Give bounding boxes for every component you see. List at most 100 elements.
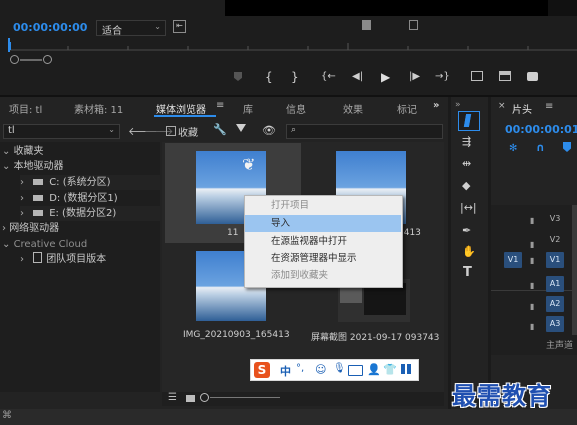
go-to-out-icon[interactable]: →} <box>435 71 450 82</box>
track-target-v1[interactable]: V1 <box>546 252 564 268</box>
view-icon[interactable]: 👁 <box>262 124 276 137</box>
track-target-a3[interactable]: A3 <box>546 316 564 332</box>
lock-icon[interactable]: ▮ <box>530 302 534 311</box>
zoom-slider-track[interactable] <box>210 397 280 398</box>
microphone-icon[interactable]: 🎙 <box>333 363 346 374</box>
zoom-scroll-handle-right[interactable] <box>43 55 52 64</box>
tree-drive-c[interactable]: › C: (系统分区) <box>20 175 160 190</box>
pointer-icon <box>463 114 472 127</box>
play-icon[interactable]: ▶ <box>381 70 390 84</box>
insert-icon[interactable] <box>471 71 483 81</box>
zoom-scroll-handle-left[interactable] <box>10 55 19 64</box>
zoom-slider-handle[interactable] <box>200 393 209 402</box>
lock-icon[interactable]: ▮ <box>530 216 534 225</box>
zoom-scrollbar[interactable] <box>20 59 42 61</box>
ime-mode[interactable]: 中 <box>280 363 291 379</box>
filter-icon[interactable] <box>236 124 246 132</box>
monitor-timecode[interactable]: 00:00:00:00 <box>13 21 87 34</box>
path-value: tl <box>8 125 15 136</box>
tab-markers[interactable]: 标记 <box>397 101 417 116</box>
settings-toggle-icon[interactable]: ⇤ <box>173 20 186 33</box>
track-target-v2[interactable]: V2 <box>546 232 564 248</box>
camera-icon[interactable] <box>527 72 538 81</box>
tree-network-drives[interactable]: › 网络驱动器 <box>2 221 59 236</box>
emoji-icon[interactable]: ☺ <box>315 363 326 376</box>
wrench-icon[interactable]: 🔧 <box>213 123 227 136</box>
search-input[interactable]: ⌕ <box>286 124 443 139</box>
menu-item-show-in-explorer[interactable]: 在资源管理器中显示 <box>245 250 401 267</box>
timeline-tab-label[interactable]: 片头 <box>512 101 532 116</box>
tab-project[interactable]: 项目: tl <box>9 101 42 116</box>
snap-icon[interactable]: ✻ <box>509 143 517 154</box>
menu-item-open-in-source[interactable]: 在源监视器中打开 <box>245 233 401 250</box>
tools-more-icon[interactable]: » <box>455 100 461 110</box>
lock-icon[interactable]: ▮ <box>530 322 534 331</box>
timeline-timecode[interactable]: 00:00:00:01 <box>505 123 577 136</box>
lock-icon[interactable]: ▮ <box>530 240 534 249</box>
track-target-a2[interactable]: A2 <box>546 296 564 312</box>
time-ruler[interactable] <box>8 38 577 54</box>
selection-tool-button[interactable] <box>458 111 480 131</box>
panel-menu-icon[interactable]: ≡ <box>216 100 224 111</box>
razor-icon[interactable]: ◆ <box>462 179 470 192</box>
tree-drive-d[interactable]: › D: (数据分区1) <box>20 191 160 206</box>
hand-icon[interactable]: ✋ <box>462 245 476 258</box>
go-to-in-icon[interactable]: {← <box>321 71 336 82</box>
close-tab-icon[interactable]: × <box>498 101 506 111</box>
master-track-label: 主声道 <box>546 341 574 351</box>
tree-drive-e[interactable]: › E: (数据分区2) <box>20 206 160 221</box>
timeline-scrollbar[interactable] <box>572 205 577 335</box>
more-tabs-icon[interactable]: » <box>433 100 439 111</box>
list-view-icon[interactable]: ☰ <box>168 392 177 403</box>
overwrite-icon[interactable] <box>499 71 511 81</box>
ime-toolbar[interactable]: S 中 °, ☺ 🎙 👤 👕 <box>250 359 419 381</box>
user-icon[interactable]: 👤 <box>367 363 381 376</box>
step-forward-icon[interactable]: |▶ <box>409 71 420 82</box>
mark-out-icon[interactable]: } <box>291 70 299 84</box>
type-icon[interactable]: T <box>463 265 472 280</box>
tree-local-drives[interactable]: ⌄ 本地驱动器 <box>2 159 64 174</box>
source-patch-v1[interactable]: V1 <box>504 252 522 268</box>
grid-icon[interactable] <box>401 364 411 374</box>
mark-in-icon[interactable]: { <box>265 70 273 84</box>
track-target-v3[interactable]: V3 <box>546 211 564 227</box>
icon-view-icon[interactable] <box>186 395 195 402</box>
shirt-icon[interactable]: 👕 <box>383 363 397 376</box>
keyboard-icon[interactable] <box>348 365 363 376</box>
path-select[interactable]: tl ⌄ <box>3 124 120 139</box>
context-menu: 打开项目 导入 在源监视器中打开 在资源管理器中显示 添加到收藏夹 <box>244 195 403 288</box>
favorites-checkbox[interactable] <box>166 126 176 136</box>
menu-item-open-project[interactable]: 打开项目 <box>245 197 401 214</box>
chevron-right-icon: › <box>20 177 28 188</box>
butterfly-icon: ❦ <box>242 155 256 174</box>
lock-icon[interactable]: ▮ <box>530 281 534 290</box>
slip-icon[interactable]: |↔| <box>460 201 477 214</box>
drive-icon <box>33 195 44 201</box>
track-target-a1[interactable]: A1 <box>546 276 564 292</box>
timeline-menu-icon[interactable]: ≡ <box>545 101 553 112</box>
status-bar <box>0 409 577 425</box>
marker-icon[interactable] <box>234 72 242 81</box>
menu-item-import[interactable]: 导入 <box>245 215 401 232</box>
tree-favorites[interactable]: ⌄ 收藏夹 <box>2 144 44 159</box>
tab-bin[interactable]: 素材箱: 11 <box>74 101 123 116</box>
linked-selection-icon[interactable]: ∩ <box>536 141 545 154</box>
monitor-video-area <box>225 0 577 16</box>
ruler-icon-a <box>362 20 371 30</box>
menu-item-add-to-favorites[interactable]: 添加到收藏夹 <box>245 267 401 284</box>
pen-icon[interactable]: ✒ <box>462 224 471 237</box>
ime-punct[interactable]: °, <box>296 363 304 374</box>
tab-info[interactable]: 信息 <box>286 101 306 116</box>
lock-icon[interactable]: ▮ <box>530 256 534 265</box>
step-back-icon[interactable]: ◀| <box>352 71 363 82</box>
ripple-edit-icon[interactable]: ⇹ <box>462 157 471 170</box>
zoom-select[interactable]: 适合 ⌄ <box>96 20 166 37</box>
track-select-icon[interactable]: ⇶ <box>462 135 471 148</box>
tree-team-projects[interactable]: › 团队项目版本 <box>20 252 106 267</box>
tab-media-browser[interactable]: 媒体浏览器 <box>156 101 206 116</box>
tab-libraries[interactable]: 库 <box>243 101 253 116</box>
tree-creative-cloud[interactable]: ⌄ Creative Cloud <box>2 237 87 252</box>
program-monitor-strip <box>548 0 577 16</box>
status-icon[interactable]: ⌘ <box>2 410 12 421</box>
tab-effects[interactable]: 效果 <box>343 101 363 116</box>
